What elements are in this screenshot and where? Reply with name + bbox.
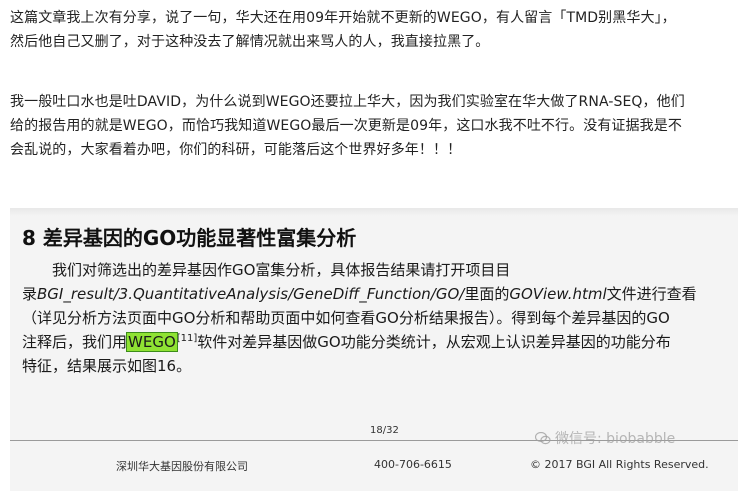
image-top-shadow <box>10 208 738 216</box>
report-text: 文件进行查看 <box>606 285 697 303</box>
report-text: 录 <box>22 285 38 303</box>
report-line: 录BGI_result/3.QuantitativeAnalysis/GeneD… <box>22 282 732 306</box>
article-line: 然后他自己又删了，对于这种没去了解情况就出来骂人的人，我直接拉黑了。 <box>10 34 490 50</box>
article-line: 会乱说的，大家看着办吧，你们的科研，可能落后这个世界好多年！！！ <box>10 142 462 158</box>
report-text: 注释后，我们用 <box>22 333 128 351</box>
report-line: 注释后，我们用WEGO[11]软件对差异基因做GO功能分类统计，从宏观上认识差异… <box>22 330 732 354</box>
report-screenshot: 8 差异基因的GO功能显著性富集分析 我们对筛选出的差异基因作GO富集分析，具体… <box>10 208 738 491</box>
footer-company: 深圳华大基因股份有限公司 <box>116 460 248 473</box>
footer-copyright: © 2017 BGI All Rights Reserved. <box>530 458 709 471</box>
report-line: 我们对筛选出的差异基因作GO富集分析，具体报告结果请打开项目目 <box>52 261 511 279</box>
article-paragraph-1: 这篇文章我上次有分享，说了一句，华大还在用09年开始就不更新的WEGO，有人留言… <box>10 6 732 54</box>
report-line: 特征，结果展示如图16。 <box>22 357 192 375</box>
page-number: 18/32 <box>370 425 399 436</box>
report-text: 里面的 <box>464 285 510 303</box>
report-line: （详见分析方法页面中GO分析和帮助页面中如何查看GO分析结果报告）。得到每个差异… <box>22 309 670 327</box>
report-body: 我们对筛选出的差异基因作GO富集分析，具体报告结果请打开项目目 录BGI_res… <box>22 258 732 378</box>
result-file: GOView.html <box>509 285 607 303</box>
wechat-watermark: 微信号: biobabble <box>534 428 676 448</box>
article-paragraph-2: 我一般吐口水也是吐DAVID，为什么说到WEGO还要拉上华大，因为我们实验室在华… <box>10 90 732 162</box>
report-text: 软件对差异基因做GO功能分类统计，从宏观上认识差异基因的功能分布 <box>197 333 671 351</box>
article-line: 这篇文章我上次有分享，说了一句，华大还在用09年开始就不更新的WEGO，有人留言… <box>10 10 676 26</box>
article-line: 我一般吐口水也是吐DAVID，为什么说到WEGO还要拉上华大，因为我们实验室在华… <box>10 94 685 110</box>
article-line: 给的报告用的就是WEGO，而恰巧我知道WEGO最后一次更新是09年，这口水我不吐… <box>10 118 682 134</box>
wechat-icon <box>534 431 551 445</box>
footer-phone: 400-706-6615 <box>374 458 452 471</box>
reference-marker: [11] <box>176 333 198 344</box>
section-heading: 8 差异基因的GO功能显著性富集分析 <box>22 226 357 250</box>
wego-highlight: WEGO <box>126 332 178 352</box>
watermark-text: 微信号: biobabble <box>555 431 676 447</box>
result-path: BGI_result/3.QuantitativeAnalysis/GeneDi… <box>37 285 465 303</box>
